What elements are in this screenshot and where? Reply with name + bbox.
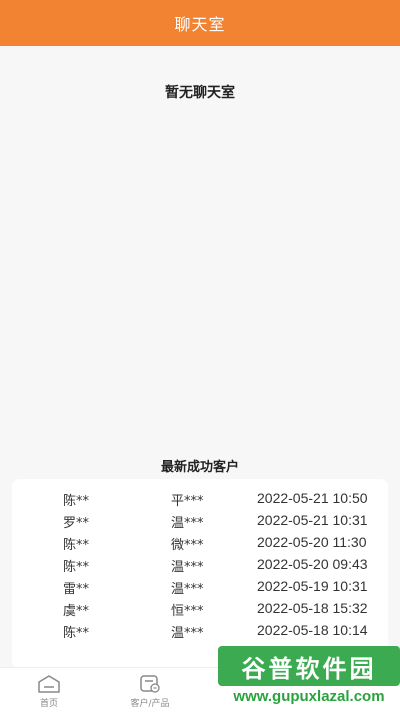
app-header: 聊天室 [0, 0, 400, 46]
tab-home[interactable]: 首页 [9, 668, 89, 712]
customer-name: 陈** [63, 560, 90, 575]
customer-product: 温*** [171, 626, 204, 641]
recent-customers-title: 最新成功客户 [160, 460, 239, 475]
customer-name: 陈** [63, 494, 90, 509]
customer-product: 温*** [171, 560, 204, 575]
customer-name: 雷** [63, 582, 90, 597]
customer-time: 2022-05-21 10:31 [257, 512, 368, 528]
customer-time: 2022-05-18 15:32 [257, 600, 368, 616]
customer-product: 平*** [171, 494, 204, 509]
customer-time: 2022-05-19 10:31 [257, 578, 368, 594]
customer-product: 温*** [171, 582, 204, 597]
customer-time: 2022-05-18 10:14 [257, 622, 368, 638]
list-item: 雷** 温*** 2022-05-19 10:31 [12, 576, 388, 598]
customer-product: 温*** [171, 516, 204, 531]
customer-name: 虞** [63, 604, 90, 619]
customer-name: 罗** [63, 516, 90, 531]
page-title: 聊天室 [174, 15, 226, 34]
customer-time: 2022-05-20 09:43 [257, 556, 368, 572]
tab-customer-product[interactable]: 客户/产品 [110, 668, 190, 712]
list-item: 陈** 温*** 2022-05-18 10:14 [12, 620, 388, 642]
customer-card-icon [138, 674, 162, 694]
recent-customers-list: 陈** 平*** 2022-05-21 10:50 罗** 温*** 2022-… [12, 479, 388, 669]
home-icon [37, 674, 61, 694]
bottom-tab-bar: 首页 客户/产品 [0, 667, 400, 712]
customer-time: 2022-05-21 10:50 [257, 490, 368, 506]
customer-name: 陈** [63, 538, 90, 553]
tab-home-label: 首页 [39, 699, 58, 709]
customer-product: 恒*** [171, 604, 204, 619]
list-item: 虞** 恒*** 2022-05-18 15:32 [12, 598, 388, 620]
list-item: 陈** 微*** 2022-05-20 11:30 [12, 532, 388, 554]
tab-customer-product-label: 客户/产品 [130, 699, 170, 709]
list-item: 罗** 温*** 2022-05-21 10:31 [12, 510, 388, 532]
empty-chat-message: 暂无聊天室 [165, 85, 235, 101]
list-item: 陈** 温*** 2022-05-20 09:43 [12, 554, 388, 576]
customer-name: 陈** [63, 626, 90, 641]
customer-product: 微*** [171, 538, 204, 553]
list-item: 陈** 平*** 2022-05-21 10:50 [12, 488, 388, 510]
customer-time: 2022-05-20 11:30 [257, 534, 367, 550]
